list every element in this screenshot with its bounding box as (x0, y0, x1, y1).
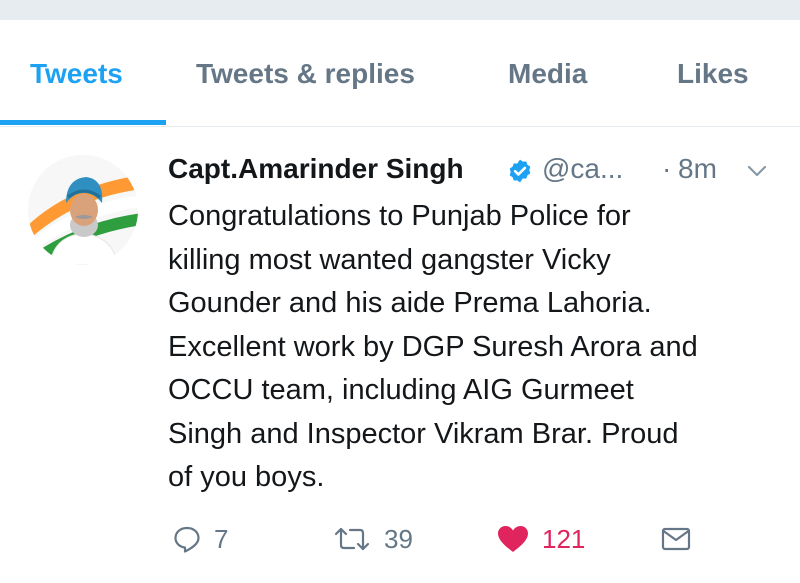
reply-button[interactable]: 7 (172, 517, 228, 561)
verified-badge-icon (507, 158, 533, 184)
tab-likes[interactable]: Likes (677, 58, 749, 90)
active-tab-indicator (0, 120, 166, 125)
tweet-timestamp[interactable]: 8m (678, 153, 717, 185)
like-button[interactable]: 121 (496, 517, 585, 561)
tweet-header: Capt.Amarinder Singh @ca... · 8m (168, 149, 778, 189)
author-handle[interactable]: @ca... (542, 153, 623, 185)
tweet-text-line: Excellent work by DGP Suresh Arora and (168, 330, 698, 363)
tweet[interactable]: Capt.Amarinder Singh @ca... · 8m Congrat… (0, 127, 800, 583)
heart-icon (496, 524, 530, 554)
avatar[interactable] (28, 155, 138, 265)
retweet-button[interactable]: 39 (332, 517, 413, 561)
author-name[interactable]: Capt.Amarinder Singh (168, 153, 464, 185)
profile-tabs: Tweets Tweets & replies Media Likes (0, 20, 800, 127)
tweet-text-line: OCCU team, including AIG Gurmeet (168, 374, 634, 406)
reply-icon (172, 524, 202, 554)
tweet-text: Congratulations to Punjab Police for kil… (168, 195, 778, 500)
tweet-text-line: killing most wanted gangster Vicky (168, 243, 611, 276)
tab-tweets-and-replies[interactable]: Tweets & replies (196, 58, 415, 90)
direct-message-button[interactable] (660, 517, 692, 561)
tweet-actions: 7 39 121 (168, 517, 778, 561)
reply-count: 7 (214, 523, 229, 554)
retweet-icon (332, 524, 372, 554)
top-strip (0, 0, 800, 20)
like-count: 121 (542, 523, 586, 554)
tweet-text-line: Singh and Inspector Vikram Brar. Proud (168, 417, 679, 450)
chevron-down-icon[interactable] (746, 163, 768, 179)
separator-dot: · (662, 153, 672, 184)
tab-tweets[interactable]: Tweets (30, 58, 123, 90)
tab-media[interactable]: Media (508, 58, 587, 90)
envelope-icon (660, 524, 692, 554)
tweet-text-line: of you boys. (168, 461, 325, 493)
tweet-text-line: Congratulations to Punjab Police for (168, 200, 631, 232)
tweet-text-line: Gounder and his aide Prema Lahoria. (168, 287, 652, 319)
retweet-count: 39 (384, 523, 413, 554)
